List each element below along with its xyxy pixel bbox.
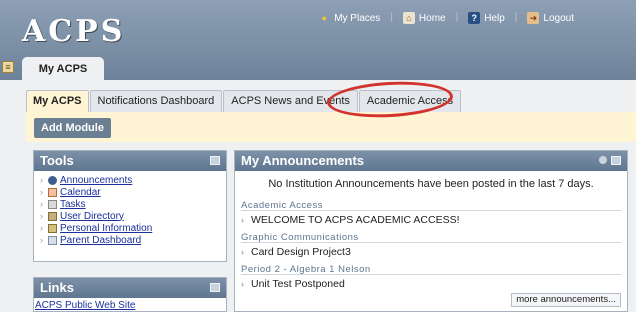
tools-link-parent-dashboard[interactable]: Parent Dashboard — [60, 235, 141, 246]
links-header: Links — [34, 278, 226, 298]
tools-link-personal-information[interactable]: Personal Information — [60, 223, 152, 234]
tools-link-user-directory[interactable]: User Directory — [60, 211, 124, 222]
subtab-academic-access[interactable]: Academic Access — [358, 90, 462, 112]
chevron-right-icon: › — [241, 279, 244, 289]
home-link[interactable]: ⌂ Home — [402, 12, 446, 24]
logout-link[interactable]: ➜ Logout — [527, 12, 574, 24]
pin-icon: ● — [321, 13, 327, 23]
subtab-notifications-dashboard[interactable]: Notifications Dashboard — [89, 90, 223, 112]
portlet-menu-icon[interactable] — [210, 283, 220, 292]
tools-header: Tools — [34, 151, 226, 171]
tools-link-announcements[interactable]: Announcements — [60, 175, 132, 186]
chevron-right-icon: › — [40, 211, 43, 221]
chevron-right-icon: › — [40, 199, 43, 209]
announcement-category: Period 2 - Algebra 1 Nelson — [241, 261, 621, 275]
settings-icon[interactable] — [599, 156, 607, 164]
logout-icon: ➜ — [527, 12, 540, 24]
list-item: › Tasks — [40, 198, 226, 210]
announcement-item[interactable]: › Unit Test Postponed — [241, 275, 621, 293]
links-body: ACPS Public Web Site — [34, 298, 226, 312]
help-icon: ? — [468, 12, 481, 24]
home-icon: ⌂ — [402, 12, 415, 24]
announcements-title: My Announcements — [241, 153, 365, 168]
divider: | — [390, 12, 393, 23]
module-toolbar: Add Module — [26, 112, 636, 142]
parent-dashboard-icon — [48, 235, 57, 245]
portlet-menu-icon[interactable] — [611, 156, 621, 165]
announcements-header: My Announcements — [235, 151, 627, 171]
chevron-right-icon: › — [241, 215, 244, 225]
add-module-button[interactable]: Add Module — [34, 118, 111, 138]
tab-my-acps-main[interactable]: My ACPS — [22, 57, 104, 80]
announcement-category: Graphic Communications — [241, 229, 621, 243]
tools-title: Tools — [40, 153, 74, 168]
chevron-right-icon: › — [40, 223, 43, 233]
announcement-category: Academic Access — [241, 197, 621, 211]
tools-link-calendar[interactable]: Calendar — [60, 187, 101, 198]
help-link[interactable]: ? Help — [468, 12, 505, 24]
announcement-item[interactable]: › Card Design Project3 — [241, 243, 621, 261]
list-item: › Personal Information — [40, 222, 226, 234]
subtab-acps-news-events[interactable]: ACPS News and Events — [223, 90, 358, 112]
list-item: › User Directory — [40, 210, 226, 222]
main-content: My ACPS Notifications Dashboard ACPS New… — [0, 80, 636, 312]
tools-list: › Announcements › Calendar › Tasks › User Di… — [34, 171, 226, 246]
tools-link-tasks[interactable]: Tasks — [60, 199, 86, 210]
chevron-right-icon: › — [40, 175, 43, 185]
links-portlet: Links ACPS Public Web Site — [33, 277, 227, 312]
announcement-item[interactable]: › WELCOME TO ACPS ACADEMIC ACCESS! — [241, 211, 621, 229]
tools-portlet: Tools › Announcements › Calendar › Tasks › U… — [33, 150, 227, 262]
link-acps-public-site[interactable]: ACPS Public Web Site — [35, 300, 135, 311]
tasks-icon — [48, 199, 57, 209]
subtab-my-acps[interactable]: My ACPS — [26, 90, 89, 112]
list-item: › Calendar — [40, 186, 226, 198]
list-item: › Announcements — [40, 174, 226, 186]
my-places-link[interactable]: ● My Places — [318, 12, 380, 24]
chevron-right-icon: › — [40, 235, 43, 245]
announcements-portlet: My Announcements No Institution Announce… — [234, 150, 628, 312]
divider: | — [514, 12, 518, 23]
user-directory-icon — [48, 211, 57, 221]
divider: | — [455, 12, 459, 23]
links-title: Links — [40, 280, 74, 295]
personal-info-icon — [48, 223, 57, 233]
subtab-bar: My ACPS Notifications Dashboard ACPS New… — [26, 90, 462, 112]
acps-logo: ACPS — [22, 14, 126, 49]
portlet-menu-icon[interactable] — [210, 156, 220, 165]
more-announcements-button[interactable]: more announcements... — [511, 293, 621, 307]
no-announcements-message: No Institution Announcements have been p… — [268, 178, 594, 190]
list-item: › Parent Dashboard — [40, 234, 226, 246]
layout-toggle-icon[interactable]: ≡ — [2, 61, 14, 73]
announcements-icon — [48, 175, 57, 185]
top-links: ● My Places | ⌂ Home | ? Help | ➜ Logout — [318, 12, 574, 24]
chevron-right-icon: › — [40, 187, 43, 197]
site-header: ACPS ● My Places | ⌂ Home | ? Help | ➜ L… — [0, 0, 636, 80]
calendar-icon — [48, 187, 57, 197]
chevron-right-icon: › — [241, 247, 244, 257]
